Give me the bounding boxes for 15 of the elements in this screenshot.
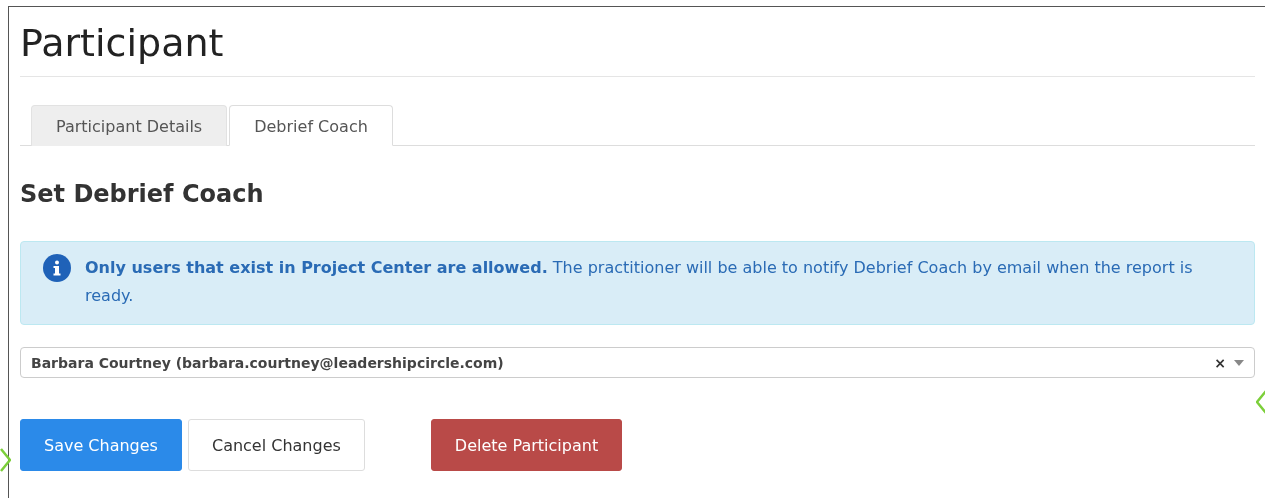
info-icon [43,254,71,282]
action-button[interactable]: Delete Participant [430,419,623,471]
action-button[interactable]: Save Changes [20,419,182,471]
alert-message: Only users that exist in Project Center are allowed. The practitioner will be able to notify Debrief Coach by email when the report is ready. [85,257,1194,307]
dropdown-arrow-icon[interactable] [1234,359,1244,366]
tab[interactable]: Participant Details [31,105,228,146]
selected-coach: Barbara Courtney (barbara.courtney@leadershipcircle.com) [31,354,505,371]
chevron-left-icon [1256,390,1265,414]
coach-select[interactable]: Barbara Courtney (barbara.courtney@leadershipcircle.com) × [20,347,1255,378]
tab[interactable]: Debrief Coach [229,105,393,146]
action-button[interactable]: Cancel Changes [187,419,365,471]
page-title: Participant [20,7,1255,77]
chevron-right-icon [0,448,11,472]
section-heading: Set Debrief Coach [20,180,265,208]
clear-button[interactable]: × [1214,354,1226,371]
